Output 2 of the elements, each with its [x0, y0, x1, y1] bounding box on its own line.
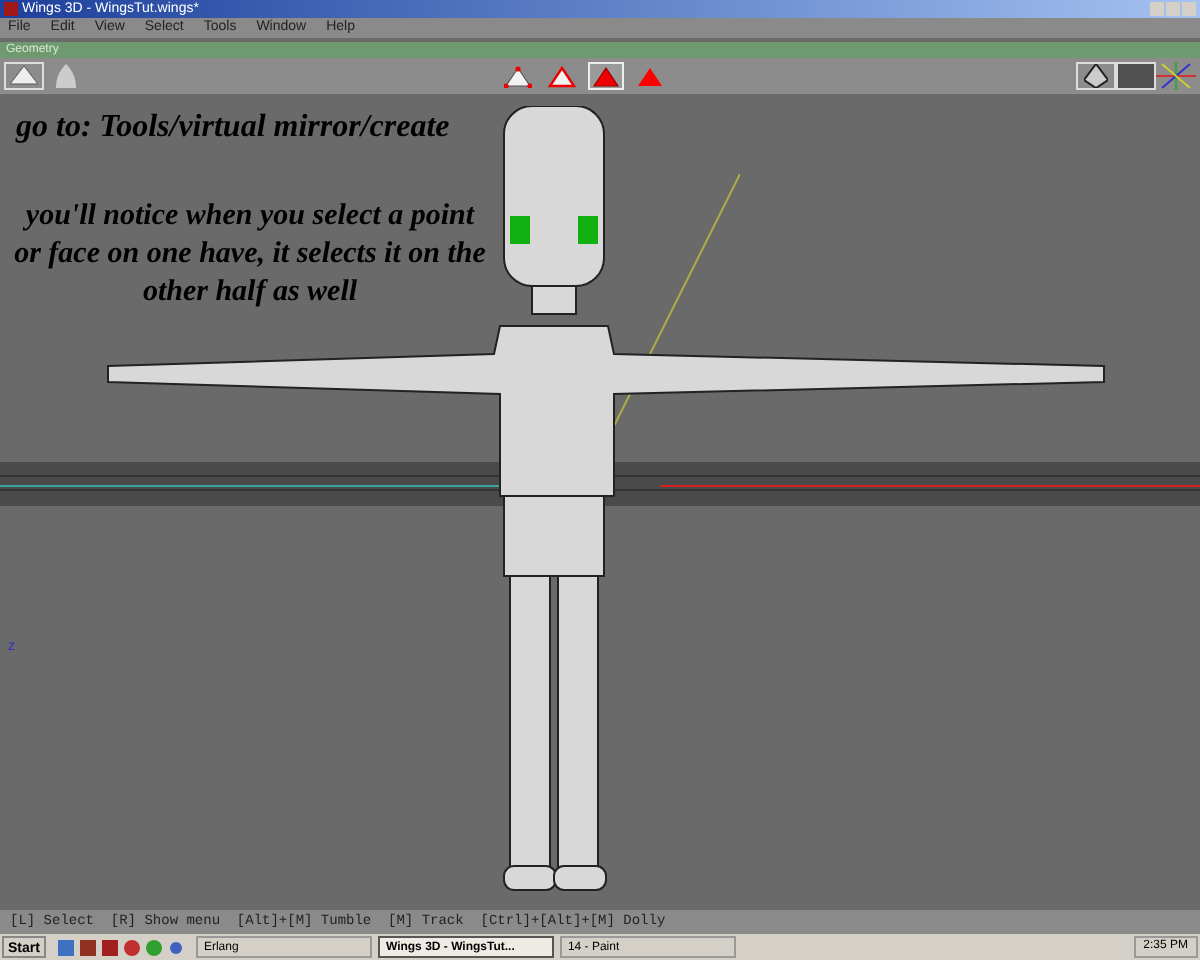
instruction-text: you'll notice when you select a point or face on one have, it selects it on the other half as well: [12, 198, 488, 312]
instruction-text: go to: Tools/virtual mirror/create: [16, 110, 450, 146]
